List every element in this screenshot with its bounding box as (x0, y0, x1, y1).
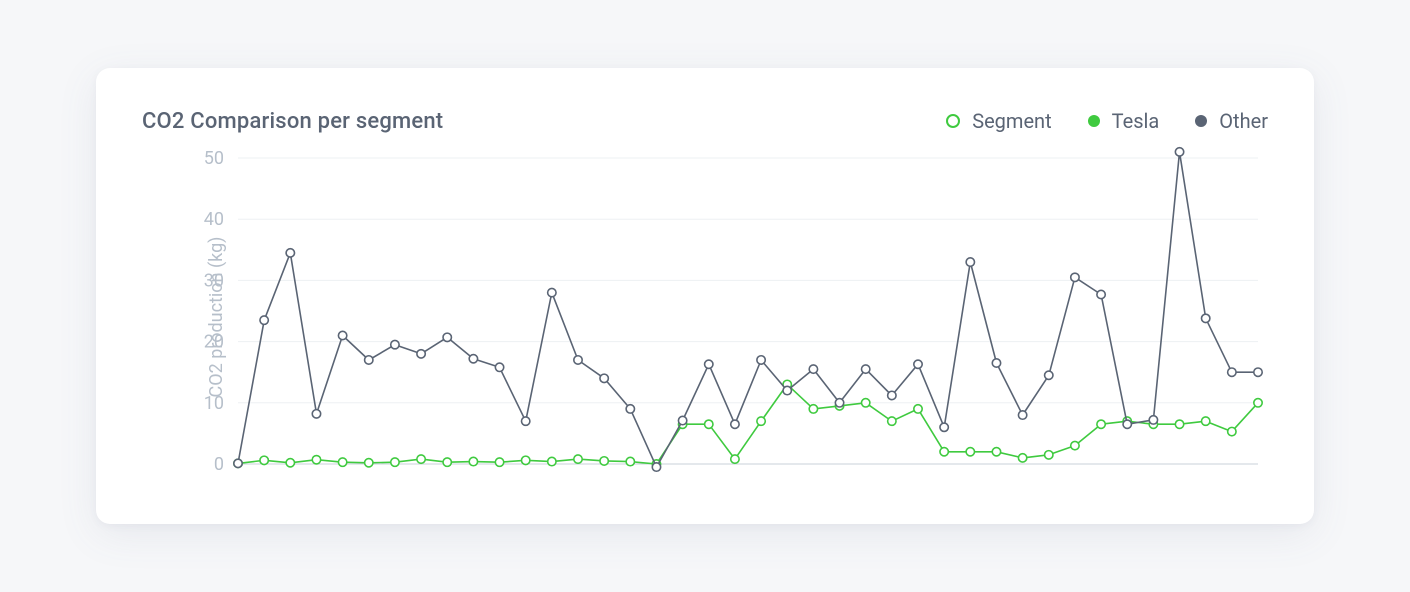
legend-dot-icon (1195, 115, 1207, 127)
data-point (940, 423, 948, 431)
data-point (861, 399, 869, 407)
data-point (1045, 451, 1053, 459)
data-point (495, 458, 503, 466)
data-point (286, 249, 294, 257)
chart-card: CO2 Comparison per segment Segment Tesla O… (96, 68, 1314, 524)
data-point (286, 459, 294, 467)
page: CO2 Comparison per segment Segment Tesla O… (0, 0, 1410, 592)
data-point (1228, 368, 1236, 376)
chart-svg: 0 10 20 30 40 50 (142, 140, 1268, 494)
data-point (809, 405, 817, 413)
data-point (469, 355, 477, 363)
data-point (365, 356, 373, 364)
chart-title: CO2 Comparison per segment (142, 109, 443, 134)
data-point (1097, 290, 1105, 298)
data-point (391, 458, 399, 466)
data-point (469, 457, 477, 465)
data-point (992, 359, 1000, 367)
y-tick-label: 30 (204, 270, 224, 291)
legend-dot-icon (1088, 115, 1100, 127)
data-point (1149, 416, 1157, 424)
data-point (417, 350, 425, 358)
legend-item-tesla[interactable]: Tesla (1088, 109, 1160, 133)
data-point (417, 455, 425, 463)
legend-label: Segment (972, 109, 1051, 133)
data-point (652, 463, 660, 471)
data-point (861, 365, 869, 373)
data-point (731, 420, 739, 428)
data-point (260, 316, 268, 324)
chart-header: CO2 Comparison per segment Segment Tesla O… (142, 102, 1268, 140)
data-point (731, 455, 739, 463)
data-point (809, 365, 817, 373)
data-point (835, 399, 843, 407)
data-point (783, 386, 791, 394)
legend-ring-icon (946, 114, 960, 128)
data-point (705, 360, 713, 368)
data-point (521, 456, 529, 464)
data-point (338, 458, 346, 466)
data-point (888, 391, 896, 399)
legend-label: Tesla (1112, 109, 1160, 133)
data-point (1254, 368, 1262, 376)
data-point (888, 417, 896, 425)
y-tick-label: 10 (204, 393, 224, 414)
data-point (626, 457, 634, 465)
data-point (365, 459, 373, 467)
data-point (1045, 371, 1053, 379)
data-point (940, 448, 948, 456)
data-point (1018, 454, 1026, 462)
data-point (521, 417, 529, 425)
data-point (391, 340, 399, 348)
y-tick-label: 0 (214, 454, 224, 475)
chart-legend: Segment Tesla Other (946, 109, 1268, 133)
data-point (1175, 148, 1183, 156)
data-point (1228, 427, 1236, 435)
data-point (1018, 411, 1026, 419)
data-point (966, 258, 974, 266)
data-point (1201, 314, 1209, 322)
data-point (757, 417, 765, 425)
data-point (338, 331, 346, 339)
data-point (443, 333, 451, 341)
y-tick-label: 40 (204, 209, 224, 230)
data-point (1123, 420, 1131, 428)
data-point (495, 363, 503, 371)
legend-item-other[interactable]: Other (1195, 109, 1268, 133)
data-point (678, 416, 686, 424)
data-point (966, 448, 974, 456)
legend-label: Other (1219, 109, 1268, 133)
data-point (914, 360, 922, 368)
data-point (574, 356, 582, 364)
data-point (705, 420, 713, 428)
data-point (443, 458, 451, 466)
data-point (626, 405, 634, 413)
data-point (600, 374, 608, 382)
data-point (914, 405, 922, 413)
data-point (234, 459, 242, 467)
data-point (992, 448, 1000, 456)
data-point (312, 456, 320, 464)
data-point (1071, 273, 1079, 281)
data-point (548, 457, 556, 465)
data-point (260, 456, 268, 464)
data-point (312, 410, 320, 418)
data-point (1201, 417, 1209, 425)
data-point (1175, 420, 1183, 428)
y-tick-label: 50 (204, 148, 224, 169)
data-point (548, 288, 556, 296)
legend-item-segment[interactable]: Segment (946, 109, 1051, 133)
chart-area: CO2 production (kg) 01020304050 (142, 140, 1268, 494)
y-tick-label: 20 (204, 332, 224, 353)
data-point (1097, 420, 1105, 428)
data-point (600, 457, 608, 465)
series-line-other (238, 152, 1258, 467)
data-point (574, 455, 582, 463)
data-point (1254, 399, 1262, 407)
data-point (1071, 441, 1079, 449)
data-point (757, 356, 765, 364)
